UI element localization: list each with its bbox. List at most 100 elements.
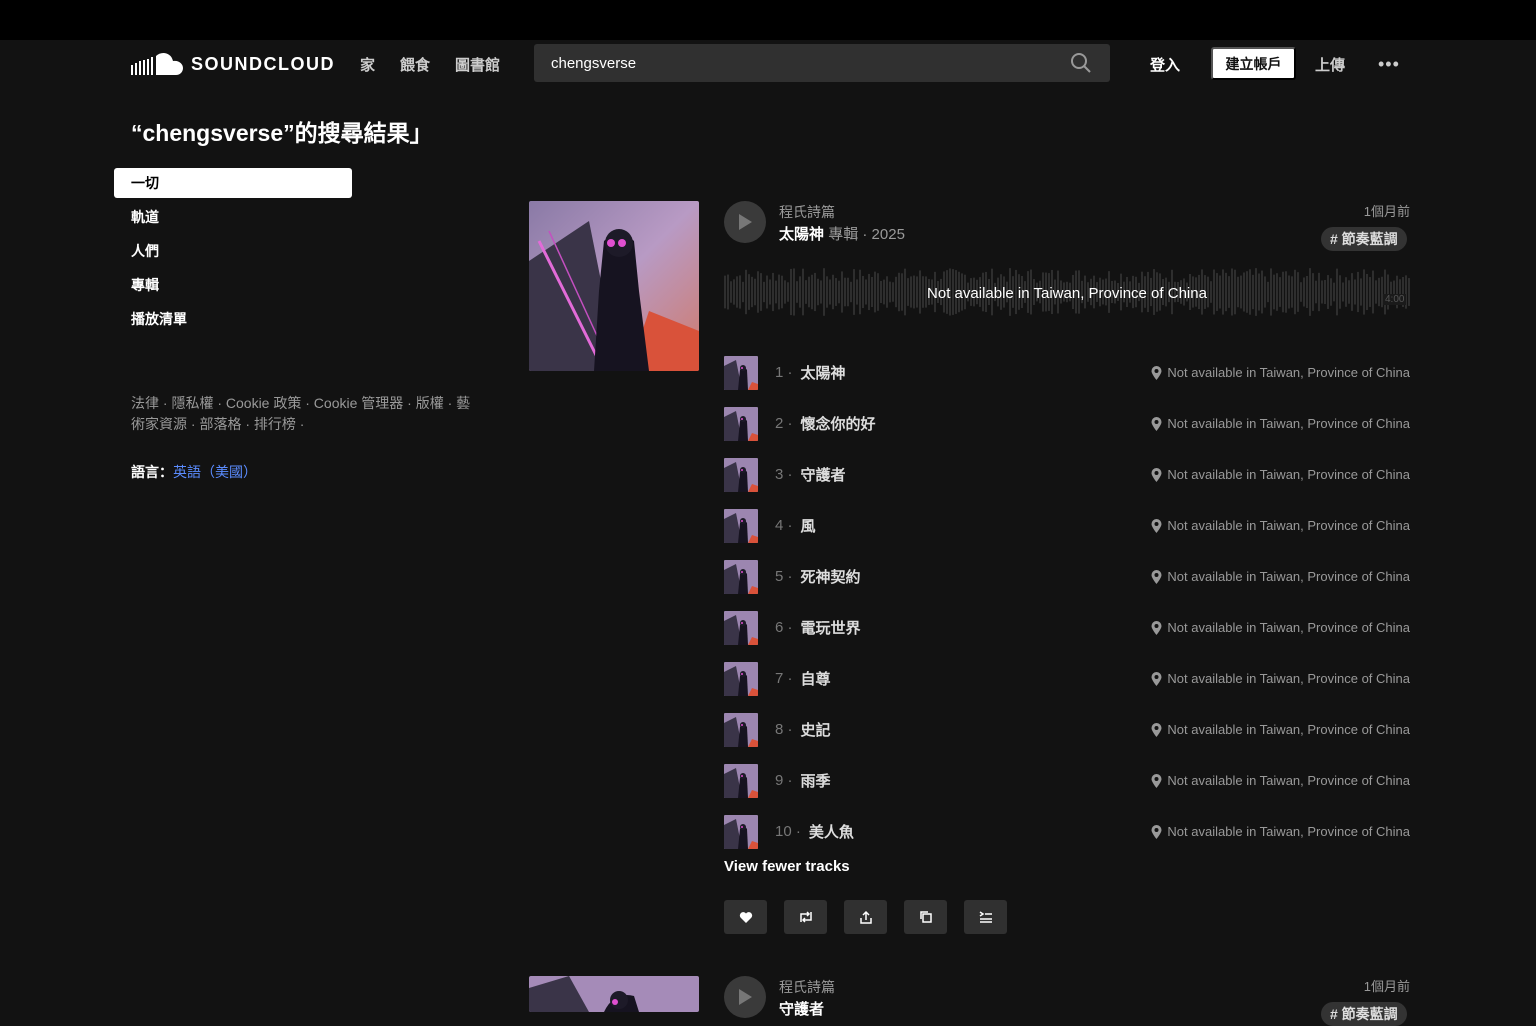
track-number: 1 · <box>775 364 793 381</box>
location-pin-icon <box>1151 824 1162 839</box>
album-title[interactable]: 太陽神 <box>779 226 824 243</box>
filter-everything[interactable]: 一切 <box>114 168 352 198</box>
play-icon <box>739 214 752 230</box>
track-number: 6 · <box>775 619 793 636</box>
track-title[interactable]: 風 <box>801 515 816 536</box>
nav-library[interactable]: 圖書館 <box>455 54 500 75</box>
track-thumbnail[interactable] <box>724 661 758 696</box>
copy-link-icon <box>919 911 932 923</box>
track-status-text: Not available in Taiwan, Province of Chi… <box>1167 569 1410 584</box>
filter-people[interactable]: 人們 <box>114 234 352 268</box>
track-availability: Not available in Taiwan, Province of Chi… <box>1151 773 1410 788</box>
track-thumbnail[interactable] <box>724 559 758 594</box>
track-title-2[interactable]: 守護者 <box>779 998 824 1019</box>
album-artwork-image <box>529 201 699 371</box>
availability-message: Not available in Taiwan, Province of Chi… <box>927 285 1207 302</box>
track-row[interactable]: 2 · 懷念你的好 Not available in Taiwan, Provinc… <box>724 398 1410 449</box>
track-thumbnail[interactable] <box>724 712 758 747</box>
filter-tracks[interactable]: 軌道 <box>114 200 352 234</box>
top-black-bar <box>0 0 1536 40</box>
track-title[interactable]: 守護者 <box>801 464 846 485</box>
track-thumbnail[interactable] <box>724 610 758 645</box>
location-pin-icon <box>1151 722 1162 737</box>
track-row[interactable]: 7 · 自尊 Not available in Taiwan, Province o… <box>724 653 1410 704</box>
track-row[interactable]: 10 · 美人魚 Not available in Taiwan, Province… <box>724 806 1410 857</box>
track-number: 4 · <box>775 517 793 534</box>
track-status-text: Not available in Taiwan, Province of Chi… <box>1167 824 1410 839</box>
nav-feed[interactable]: 餵食 <box>400 54 430 75</box>
filter-albums[interactable]: 專輯 <box>114 268 352 302</box>
track-title[interactable]: 電玩世界 <box>801 617 861 638</box>
create-account-button[interactable]: 建立帳戶 <box>1211 47 1296 80</box>
track-number: 5 · <box>775 568 793 585</box>
share-icon <box>859 910 872 924</box>
track-availability: Not available in Taiwan, Province of Chi… <box>1151 671 1410 686</box>
search-input[interactable] <box>551 54 1069 72</box>
search-icon[interactable] <box>1069 51 1093 75</box>
upload-link[interactable]: 上傳 <box>1315 54 1345 75</box>
track-status-text: Not available in Taiwan, Province of Chi… <box>1167 518 1410 533</box>
track-thumbnail[interactable] <box>724 814 758 849</box>
nav-home[interactable]: 家 <box>360 54 375 75</box>
track-row[interactable]: 1 · 太陽神 Not available in Taiwan, Province … <box>724 347 1410 398</box>
action-buttons <box>724 900 1007 934</box>
track-availability: Not available in Taiwan, Province of Chi… <box>1151 722 1410 737</box>
genre-tag-2[interactable]: # 節奏藍調 <box>1321 1002 1407 1026</box>
artist-name[interactable]: 程氏詩篇 <box>779 202 835 222</box>
logo-text: SOUNDCLOUD <box>191 53 335 74</box>
track-row[interactable]: 3 · 守護者 Not available in Taiwan, Province … <box>724 449 1410 500</box>
genre-tag[interactable]: # 節奏藍調 <box>1321 227 1407 251</box>
upload-age: 1個月前 <box>1363 204 1410 219</box>
language-value[interactable]: 英語（美國） <box>173 464 257 480</box>
track-title[interactable]: 史記 <box>801 719 831 740</box>
track-thumbnail[interactable] <box>724 355 758 390</box>
view-fewer-tracks-link[interactable]: View fewer tracks <box>724 858 850 875</box>
album-cover-2[interactable] <box>529 976 699 1012</box>
copy-link-button[interactable] <box>904 900 947 934</box>
track-title[interactable]: 懷念你的好 <box>801 413 876 434</box>
language-selector: 語言：英語（美國） <box>131 462 257 482</box>
track-status-text: Not available in Taiwan, Province of Chi… <box>1167 722 1410 737</box>
track-row[interactable]: 8 · 史記 Not available in Taiwan, Province o… <box>724 704 1410 755</box>
track-availability: Not available in Taiwan, Province of Chi… <box>1151 824 1410 839</box>
location-pin-icon <box>1151 365 1162 380</box>
track-thumbnail[interactable] <box>724 763 758 798</box>
album-cover[interactable] <box>529 201 699 371</box>
track-thumbnail[interactable] <box>724 508 758 543</box>
soundcloud-logo[interactable]: SOUNDCLOUD <box>131 51 335 77</box>
track-title[interactable]: 美人魚 <box>809 821 854 842</box>
sign-in-link[interactable]: 登入 <box>1150 54 1180 75</box>
play-button[interactable] <box>724 201 766 243</box>
language-label: 語言： <box>131 464 173 480</box>
track-title[interactable]: 死神契約 <box>801 566 861 587</box>
more-menu-icon[interactable]: ••• <box>1378 54 1400 75</box>
track-row[interactable]: 5 · 死神契約 Not available in Taiwan, Province… <box>724 551 1410 602</box>
location-pin-icon <box>1151 416 1162 431</box>
track-list: 1 · 太陽神 Not available in Taiwan, Province … <box>724 347 1410 857</box>
like-button[interactable] <box>724 900 767 934</box>
track-availability: Not available in Taiwan, Province of Chi… <box>1151 569 1410 584</box>
location-pin-icon <box>1151 467 1162 482</box>
track-title[interactable]: 太陽神 <box>801 362 846 383</box>
add-to-playlist-button[interactable] <box>964 900 1007 934</box>
footer-links[interactable]: 法律 · 隱私權 · Cookie 政策 · Cookie 管理器 · 版權 ·… <box>131 393 481 435</box>
track-title[interactable]: 自尊 <box>801 668 831 689</box>
filter-playlists[interactable]: 播放清單 <box>114 302 352 336</box>
track-row[interactable]: 4 · 風 Not available in Taiwan, Province of… <box>724 500 1410 551</box>
share-button[interactable] <box>844 900 887 934</box>
site-header: SOUNDCLOUD 家 餵食 圖書館 登入 建立帳戶 上傳 ••• <box>0 40 1536 88</box>
search-filters: 一切 軌道 人們 專輯 播放清單 <box>114 168 352 336</box>
track-availability: Not available in Taiwan, Province of Chi… <box>1151 620 1410 635</box>
album-artwork-image-2 <box>529 976 699 1012</box>
album-year: · 2025 <box>862 226 905 243</box>
track-title[interactable]: 雨季 <box>801 770 831 791</box>
track-row[interactable]: 6 · 電玩世界 Not available in Taiwan, Province… <box>724 602 1410 653</box>
track-number: 2 · <box>775 415 793 432</box>
artist-name-2[interactable]: 程氏詩篇 <box>779 977 835 997</box>
track-row[interactable]: 9 · 雨季 Not available in Taiwan, Province o… <box>724 755 1410 806</box>
track-thumbnail[interactable] <box>724 457 758 492</box>
track-number: 7 · <box>775 670 793 687</box>
track-thumbnail[interactable] <box>724 406 758 441</box>
location-pin-icon <box>1151 620 1162 635</box>
repost-button[interactable] <box>784 900 827 934</box>
